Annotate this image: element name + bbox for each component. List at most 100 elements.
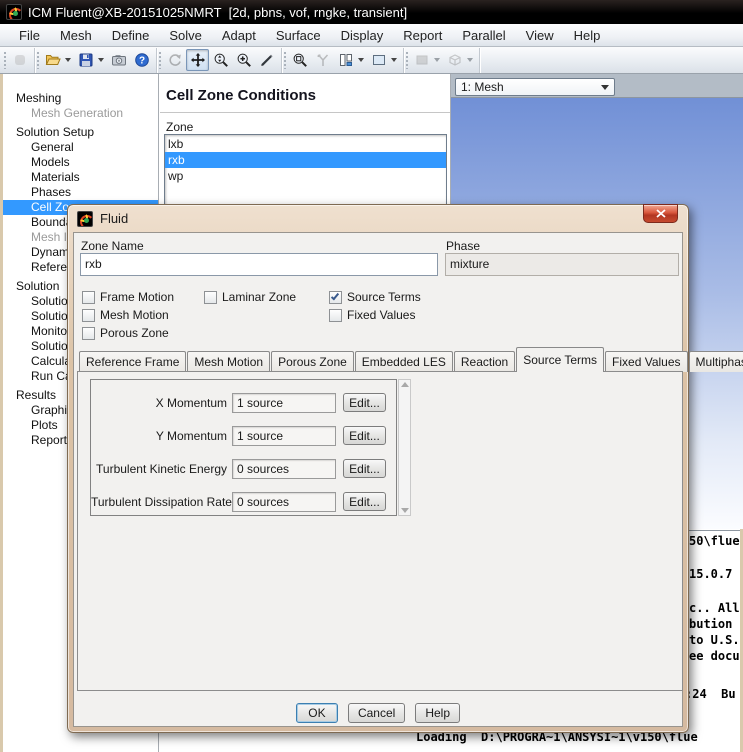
open-file-dropdown-icon[interactable]	[65, 58, 71, 62]
help-button[interactable]: Help	[415, 703, 461, 723]
frame-motion-checkbox[interactable]: Frame Motion	[82, 290, 174, 304]
save-button[interactable]	[74, 49, 97, 71]
menu-solve[interactable]: Solve	[160, 26, 211, 45]
tab-source-terms[interactable]: Source Terms	[516, 347, 605, 372]
toolbar-group-select	[282, 47, 404, 73]
close-button[interactable]	[643, 204, 678, 223]
checkbox-icon[interactable]	[82, 326, 95, 340]
toolbar-group-render	[404, 47, 480, 73]
source-terms-tab-panel: X Momentum 1 source Edit... Y Momentum 1…	[77, 371, 683, 691]
tab-porous-zone[interactable]: Porous Zone	[271, 351, 354, 372]
fixed-values-label: Fixed Values	[347, 308, 416, 322]
menu-help[interactable]: Help	[565, 26, 610, 45]
menu-file[interactable]: File	[10, 26, 49, 45]
tree-item-general[interactable]: General	[3, 140, 158, 155]
tree-item-phases[interactable]: Phases	[3, 185, 158, 200]
tab-mesh-motion[interactable]: Mesh Motion	[187, 351, 271, 372]
zoom-scale-button[interactable]	[209, 49, 232, 71]
checkbox-icon[interactable]	[82, 290, 95, 304]
menu-view[interactable]: View	[517, 26, 563, 45]
menu-define[interactable]: Define	[103, 26, 159, 45]
checkbox-icon[interactable]	[329, 308, 342, 322]
rotate-view-button	[163, 49, 186, 71]
laminar-zone-checkbox[interactable]: Laminar Zone	[204, 290, 296, 304]
menu-display[interactable]: Display	[332, 26, 393, 45]
help-button[interactable]: ?	[130, 49, 153, 71]
open-file-button[interactable]	[41, 49, 64, 71]
zone-name-input[interactable]: rxb	[80, 253, 438, 276]
turbulent-dissipation-rate-edit-button[interactable]: Edit...	[343, 492, 386, 511]
menu-report[interactable]: Report	[394, 26, 451, 45]
layout-dropdown-icon[interactable]	[358, 58, 364, 62]
zone-list-item-selected[interactable]: rxb	[165, 152, 446, 168]
console-line: to U.S.	[689, 633, 740, 647]
view-cube-icon	[448, 54, 461, 66]
scroll-up-icon[interactable]	[400, 382, 409, 387]
zoom-box-button[interactable]	[288, 49, 311, 71]
render-mode-dropdown-icon	[434, 58, 440, 62]
fixed-values-checkbox[interactable]: Fixed Values	[329, 308, 415, 322]
zone-list-item[interactable]: wp	[165, 168, 446, 184]
tab-multiphase[interactable]: Multiphase	[688, 351, 743, 372]
menu-adapt[interactable]: Adapt	[213, 26, 265, 45]
tree-header-solution-setup[interactable]: Solution Setup	[3, 125, 158, 140]
tab-reaction[interactable]: Reaction	[453, 351, 516, 372]
porous-zone-checkbox[interactable]: Porous Zone	[82, 326, 169, 340]
x-momentum-value: 1 source	[232, 392, 336, 413]
save-icon	[79, 53, 92, 67]
menu-parallel[interactable]: Parallel	[453, 26, 514, 45]
snapshot-button[interactable]	[107, 49, 130, 71]
layout-columns-button[interactable]	[334, 49, 357, 71]
zoom-box-icon	[293, 53, 307, 67]
graphics-toolbar-strip: 1: Mesh	[451, 74, 743, 98]
svg-text:?: ?	[138, 56, 144, 67]
cancel-button[interactable]: Cancel	[347, 703, 406, 723]
fluid-dialog-body: Zone Name rxb Phase mixture Frame Motion…	[73, 232, 743, 727]
y-momentum-edit-button[interactable]: Edit...	[343, 426, 386, 445]
tab-reference-frame[interactable]: Reference Frame	[79, 351, 187, 372]
turbulent-dissipation-rate-value: 0 sources	[232, 491, 336, 512]
scroll-down-icon[interactable]	[400, 508, 409, 513]
source-terms-scrollbar[interactable]	[398, 379, 411, 516]
window-title: ICM Fluent@XB-20151025NMRT [2d, pbns, vo…	[28, 4, 408, 20]
window-titlebar: ICM Fluent@XB-20151025NMRT [2d, pbns, vo…	[0, 0, 743, 24]
x-momentum-edit-button[interactable]: Edit...	[343, 393, 386, 412]
mesh-motion-checkbox[interactable]: Mesh Motion	[82, 308, 169, 322]
checkbox-icon[interactable]	[82, 308, 95, 322]
tab-embedded-les[interactable]: Embedded LES	[354, 351, 453, 372]
pan-button[interactable]	[186, 49, 209, 71]
tab-fixed-values[interactable]: Fixed Values	[605, 351, 688, 372]
menu-surface[interactable]: Surface	[267, 26, 330, 45]
console-line: 15.0.7	[689, 567, 733, 581]
save-dropdown-icon[interactable]	[98, 58, 104, 62]
console-line: :24 Bu	[685, 687, 736, 701]
source-terms-checkbox[interactable]: Source Terms	[329, 290, 421, 304]
probe-button[interactable]	[255, 49, 278, 71]
viewport-dropdown-icon[interactable]	[391, 58, 397, 62]
checkbox-icon[interactable]	[329, 290, 342, 304]
fluid-dialog-titlebar[interactable]: Fluid	[68, 205, 688, 232]
laminar-zone-label: Laminar Zone	[222, 290, 297, 304]
graphics-view-selector[interactable]: 1: Mesh	[455, 78, 615, 96]
porous-zone-label: Porous Zone	[100, 326, 169, 340]
console-line: ee docu	[689, 649, 740, 663]
menu-mesh[interactable]: Mesh	[51, 26, 101, 45]
zoom-in-button[interactable]	[232, 49, 255, 71]
render-mode-button	[410, 49, 433, 71]
tree-item-models[interactable]: Models	[3, 155, 158, 170]
viewport-rect-icon	[372, 55, 385, 65]
pan-icon	[190, 53, 205, 67]
checkbox-icon[interactable]	[204, 290, 217, 304]
tree-header-meshing[interactable]: Meshing	[3, 91, 158, 106]
tree-item-materials[interactable]: Materials	[3, 170, 158, 185]
fluid-dialog: Fluid Zone Name rxb Phase mixture Frame …	[67, 204, 743, 733]
turbulent-kinetic-energy-row: Turbulent Kinetic Energy 0 sources Edit.…	[91, 452, 396, 485]
zone-list-item[interactable]: lxb	[165, 136, 446, 152]
console-line: c.. All	[689, 601, 740, 615]
turbulent-kinetic-energy-value: 0 sources	[232, 458, 336, 479]
turbulent-kinetic-energy-edit-button[interactable]: Edit...	[343, 459, 386, 478]
open-folder-icon	[45, 55, 61, 65]
chevron-down-icon	[601, 84, 609, 90]
viewport-rect-button[interactable]	[367, 49, 390, 71]
ok-button[interactable]: OK	[295, 703, 338, 723]
